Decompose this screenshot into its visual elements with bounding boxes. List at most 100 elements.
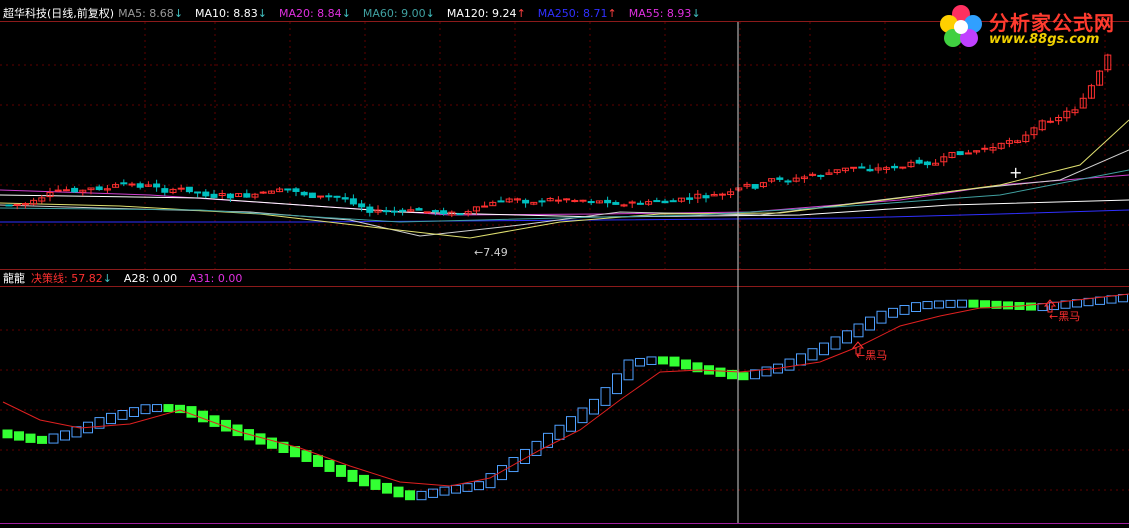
candle[interactable] <box>1022 131 1030 144</box>
candle[interactable] <box>1071 106 1079 116</box>
candle[interactable] <box>530 201 538 206</box>
candle[interactable] <box>923 160 931 169</box>
candle[interactable] <box>604 196 612 208</box>
candle[interactable] <box>579 199 587 203</box>
indicator-block[interactable] <box>865 316 875 331</box>
candle[interactable] <box>899 166 907 170</box>
candle[interactable] <box>505 197 513 203</box>
candle[interactable] <box>538 197 546 207</box>
candle[interactable] <box>932 159 940 166</box>
candle[interactable] <box>46 187 54 202</box>
candle[interactable] <box>325 193 333 201</box>
candle[interactable] <box>202 189 210 199</box>
indicator-block[interactable] <box>761 366 772 377</box>
candle[interactable] <box>948 151 956 159</box>
candle[interactable] <box>784 179 792 185</box>
candle[interactable] <box>563 198 571 203</box>
indicator-block-series[interactable] <box>2 294 1128 501</box>
candle[interactable] <box>587 198 595 206</box>
candle[interactable] <box>62 186 70 192</box>
candle[interactable] <box>456 213 464 216</box>
candle[interactable] <box>825 169 833 175</box>
indicator-block[interactable] <box>911 302 921 312</box>
indicator-block[interactable] <box>37 435 47 444</box>
candle[interactable] <box>677 197 685 203</box>
candle[interactable] <box>735 187 743 192</box>
indicator-block[interactable] <box>842 330 852 344</box>
indicator-block[interactable] <box>784 358 795 371</box>
indicator-block[interactable] <box>554 424 565 440</box>
candle[interactable] <box>489 200 497 207</box>
candle[interactable] <box>964 149 972 155</box>
candle[interactable] <box>628 200 636 208</box>
candle[interactable] <box>800 174 808 183</box>
candle[interactable] <box>817 174 825 180</box>
candle[interactable] <box>956 151 964 156</box>
indicator-block[interactable] <box>646 356 657 365</box>
indicator-block[interactable] <box>796 353 806 366</box>
indicator-block[interactable] <box>359 474 369 487</box>
candle[interactable] <box>841 167 849 174</box>
indicator-block[interactable] <box>738 372 749 381</box>
candle[interactable] <box>333 195 341 202</box>
indicator-block[interactable] <box>899 305 910 315</box>
candle[interactable] <box>718 192 726 200</box>
candle[interactable] <box>858 163 866 169</box>
candle[interactable] <box>399 207 407 216</box>
indicator-block[interactable] <box>819 342 829 356</box>
indicator-block[interactable] <box>140 404 151 415</box>
candle[interactable] <box>276 187 284 193</box>
indicator-block[interactable] <box>968 299 979 308</box>
indicator-block[interactable] <box>1118 294 1128 303</box>
indicator-block[interactable] <box>48 433 59 444</box>
candle[interactable] <box>177 184 185 192</box>
candle[interactable] <box>1104 53 1112 73</box>
candle[interactable] <box>259 190 267 194</box>
indicator-block[interactable] <box>163 404 174 413</box>
indicator-block[interactable] <box>2 429 13 439</box>
indicator-block[interactable] <box>807 348 818 361</box>
candle[interactable] <box>366 203 374 217</box>
candle[interactable] <box>768 178 776 184</box>
indicator-block[interactable] <box>370 479 381 490</box>
indicator-block[interactable] <box>439 486 450 496</box>
candle[interactable] <box>1030 126 1038 140</box>
candle[interactable] <box>464 209 472 217</box>
candle[interactable] <box>374 205 382 215</box>
candle[interactable] <box>833 169 841 175</box>
chart-canvas[interactable] <box>0 0 1129 528</box>
indicator-block[interactable] <box>451 484 461 494</box>
candle[interactable] <box>915 157 923 165</box>
indicator-block[interactable] <box>922 301 933 310</box>
candle[interactable] <box>571 198 579 203</box>
candle[interactable] <box>341 193 349 203</box>
indicator-block[interactable] <box>1003 301 1013 310</box>
indicator-block[interactable] <box>255 433 266 445</box>
indicator-block[interactable] <box>876 310 887 324</box>
candle[interactable] <box>694 190 702 204</box>
candle[interactable] <box>710 191 718 197</box>
indicator-block[interactable] <box>416 490 427 501</box>
candle[interactable] <box>292 187 300 197</box>
candle[interactable] <box>1063 107 1071 122</box>
indicator-block[interactable] <box>612 373 622 395</box>
candle[interactable] <box>1096 69 1104 86</box>
indicator-block[interactable] <box>934 300 944 309</box>
candle[interactable] <box>874 163 882 174</box>
indicator-block[interactable] <box>152 404 162 413</box>
indicator-block[interactable] <box>117 410 128 420</box>
candle[interactable] <box>522 198 530 208</box>
indicator-block[interactable] <box>347 469 358 482</box>
indicator-block[interactable] <box>589 398 599 415</box>
candle[interactable] <box>776 175 784 182</box>
candle[interactable] <box>38 195 46 204</box>
candle[interactable] <box>940 153 948 167</box>
candle[interactable] <box>1087 83 1095 99</box>
candle[interactable] <box>5 204 13 207</box>
candle[interactable] <box>546 196 554 202</box>
candle[interactable] <box>727 188 735 199</box>
candle[interactable] <box>981 144 989 153</box>
candle[interactable] <box>1005 137 1013 148</box>
indicator-block[interactable] <box>14 431 24 441</box>
indicator-block[interactable] <box>129 407 139 417</box>
